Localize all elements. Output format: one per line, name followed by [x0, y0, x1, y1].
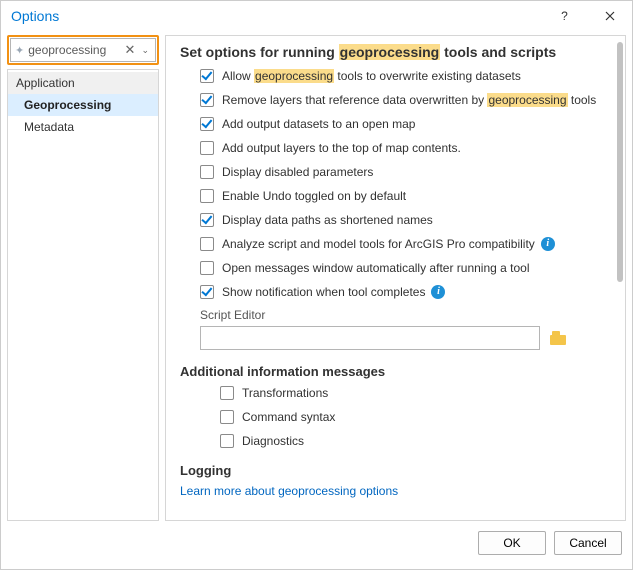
- sparkle-icon: ✦: [15, 44, 24, 57]
- checkbox[interactable]: [220, 410, 234, 424]
- checkbox[interactable]: [200, 117, 214, 131]
- option-label: Remove layers that reference data overwr…: [222, 92, 596, 108]
- option-label: Add output datasets to an open map: [222, 116, 415, 132]
- additional-info-header: Additional information messages: [180, 364, 607, 379]
- script-editor-input[interactable]: [200, 326, 540, 350]
- clear-search-button[interactable]: ✕: [121, 42, 140, 58]
- checkbox[interactable]: [220, 386, 234, 400]
- option-shortened-paths[interactable]: Display data paths as shortened names: [200, 212, 607, 228]
- category-tree: Application Geoprocessing Metadata: [7, 69, 159, 521]
- window-title: Options: [11, 8, 59, 24]
- help-button[interactable]: ?: [542, 1, 587, 31]
- checkbox[interactable]: [200, 93, 214, 107]
- option-label: Display data paths as shortened names: [222, 212, 433, 228]
- close-button[interactable]: [587, 1, 632, 31]
- ok-button[interactable]: OK: [478, 531, 546, 555]
- search-dropdown-button[interactable]: ⌄: [139, 45, 151, 56]
- script-editor-label: Script Editor: [200, 308, 607, 322]
- search-input[interactable]: ✦ geoprocessing ✕ ⌄: [10, 38, 156, 62]
- option-show-notification[interactable]: Show notification when tool completes i: [200, 284, 607, 300]
- checkbox[interactable]: [200, 213, 214, 227]
- option-label: Display disabled parameters: [222, 164, 373, 180]
- sidebar-item-geoprocessing[interactable]: Geoprocessing: [8, 94, 158, 116]
- learn-more-link[interactable]: Learn more about geoprocessing options: [180, 484, 607, 498]
- main-panel: Set options for running geoprocessing to…: [165, 35, 626, 521]
- tree-group-application[interactable]: Application: [8, 72, 158, 94]
- option-enable-undo[interactable]: Enable Undo toggled on by default: [200, 188, 607, 204]
- option-label: Allow geoprocessing tools to overwrite e…: [222, 68, 521, 84]
- option-label: Enable Undo toggled on by default: [222, 188, 406, 204]
- cancel-button[interactable]: Cancel: [554, 531, 622, 555]
- option-command-syntax[interactable]: Command syntax: [220, 409, 607, 425]
- script-editor-row: [200, 326, 607, 350]
- option-display-disabled[interactable]: Display disabled parameters: [200, 164, 607, 180]
- dialog-content: ✦ geoprocessing ✕ ⌄ Application Geoproce…: [1, 31, 632, 521]
- option-label: Command syntax: [242, 409, 335, 425]
- option-label: Analyze script and model tools for ArcGI…: [222, 236, 535, 252]
- search-highlight-frame: ✦ geoprocessing ✕ ⌄: [7, 35, 159, 65]
- option-overwrite[interactable]: Allow geoprocessing tools to overwrite e…: [200, 68, 607, 84]
- checkbox[interactable]: [200, 237, 214, 251]
- option-open-messages[interactable]: Open messages window automatically after…: [200, 260, 607, 276]
- checkbox[interactable]: [200, 261, 214, 275]
- option-add-output-top[interactable]: Add output layers to the top of map cont…: [200, 140, 607, 156]
- logging-header: Logging: [180, 463, 607, 478]
- window-controls: ?: [542, 1, 632, 31]
- info-icon[interactable]: i: [431, 285, 445, 299]
- titlebar: Options ?: [1, 1, 632, 31]
- option-label: Transformations: [242, 385, 328, 401]
- option-diagnostics[interactable]: Diagnostics: [220, 433, 607, 449]
- checkbox[interactable]: [200, 285, 214, 299]
- option-label: Diagnostics: [242, 433, 304, 449]
- info-icon[interactable]: i: [541, 237, 555, 251]
- search-value: geoprocessing: [28, 43, 120, 57]
- option-transformations[interactable]: Transformations: [220, 385, 607, 401]
- option-label: Add output layers to the top of map cont…: [222, 140, 461, 156]
- page-title: Set options for running geoprocessing to…: [180, 44, 607, 60]
- main-scroll-area[interactable]: Set options for running geoprocessing to…: [166, 36, 615, 520]
- scrollbar-thumb[interactable]: [617, 42, 623, 282]
- sidebar-item-metadata[interactable]: Metadata: [8, 116, 158, 138]
- dialog-footer: OK Cancel: [1, 521, 632, 565]
- option-label: Open messages window automatically after…: [222, 260, 530, 276]
- checkbox[interactable]: [200, 189, 214, 203]
- sidebar: ✦ geoprocessing ✕ ⌄ Application Geoproce…: [7, 35, 159, 521]
- option-label: Show notification when tool completes: [222, 284, 425, 300]
- checkbox[interactable]: [220, 434, 234, 448]
- option-analyze-compat[interactable]: Analyze script and model tools for ArcGI…: [200, 236, 607, 252]
- browse-folder-icon[interactable]: [550, 331, 568, 345]
- close-icon: [605, 11, 615, 21]
- option-remove-layers[interactable]: Remove layers that reference data overwr…: [200, 92, 607, 108]
- checkbox[interactable]: [200, 165, 214, 179]
- option-add-output-map[interactable]: Add output datasets to an open map: [200, 116, 607, 132]
- checkbox[interactable]: [200, 69, 214, 83]
- checkbox[interactable]: [200, 141, 214, 155]
